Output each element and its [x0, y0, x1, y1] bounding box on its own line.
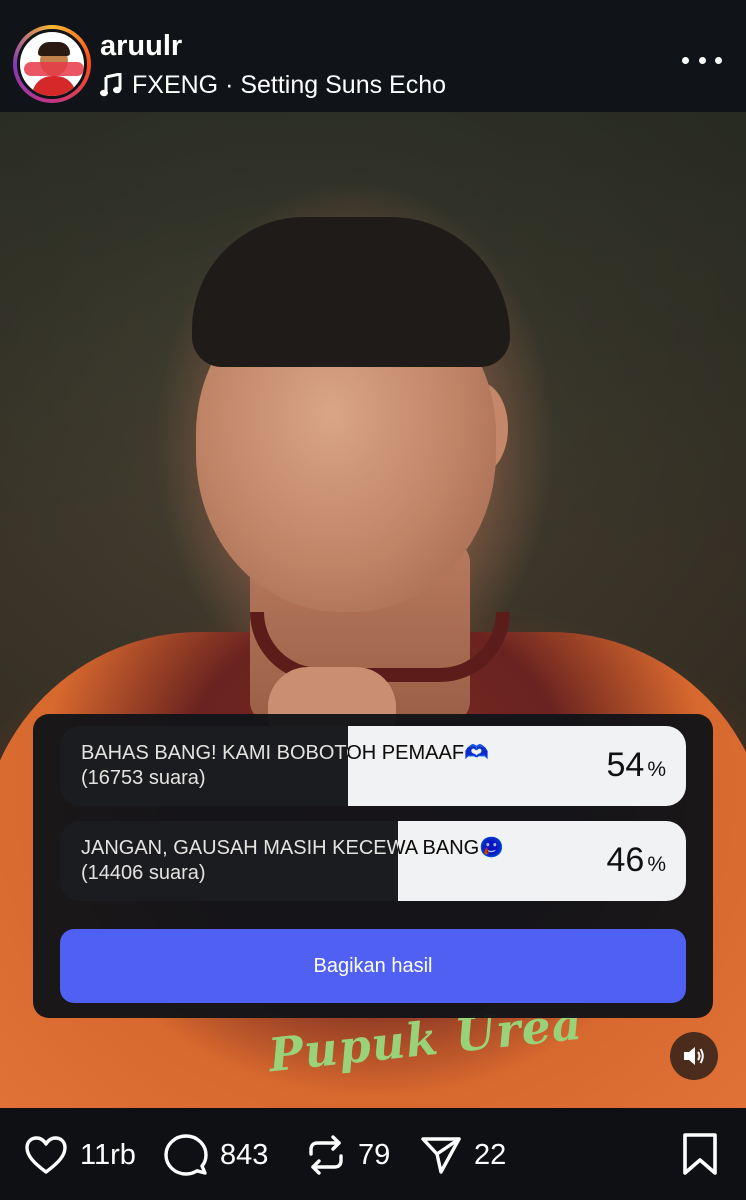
volume-icon[interactable]	[670, 1032, 718, 1080]
poll-option-1-percent-value: 54	[606, 746, 645, 784]
repost-count: 79	[358, 1138, 391, 1171]
comment-count: 843	[220, 1138, 269, 1171]
comment-action[interactable]: 843	[164, 1132, 268, 1178]
send-icon	[421, 1137, 461, 1174]
repost-icon	[309, 1135, 343, 1175]
music-info[interactable]: FXENG · Setting Suns Echo	[100, 70, 446, 100]
more-options-icon[interactable]	[682, 48, 722, 72]
poll-option-1-votes: (16753 suara)	[81, 767, 206, 789]
percent-sign: %	[647, 758, 666, 781]
more-dot	[715, 56, 722, 64]
poll-option-2-votes: (14406 suara)	[81, 862, 206, 884]
music-title: FXENG · Setting Suns Echo	[132, 70, 447, 99]
avatar-badge	[24, 62, 84, 76]
poll-option-2-label: JANGAN, GAUSAH MASIH KECEWA BANG🥲	[81, 837, 505, 859]
poll-option-2-text: JANGAN, GAUSAH MASIH KECEWA BANG🥲 (14406…	[81, 836, 581, 886]
share-results-button[interactable]: Bagikan hasil	[60, 929, 686, 1003]
poll-option-1-text: BAHAS BANG! KAMI BOBOTOH PEMAAF🫶 (16753 …	[81, 741, 581, 791]
like-action[interactable]: 11rb	[24, 1132, 136, 1178]
avatar[interactable]	[13, 25, 91, 103]
repost-action[interactable]: 79	[306, 1132, 390, 1178]
poll-option-2-percent: 46 %	[606, 841, 666, 881]
poll-option-1[interactable]: BAHAS BANG! KAMI BOBOTOH PEMAAF🫶 (16753 …	[60, 726, 686, 806]
heart-icon	[25, 1136, 67, 1174]
post-header: aruulr FXENG · Setting Suns Echo	[0, 0, 746, 112]
share-count: 22	[474, 1138, 507, 1171]
comment-icon	[164, 1134, 208, 1176]
more-dot	[698, 56, 706, 64]
bookmark-glyph	[683, 1133, 717, 1175]
poll-option-1-label: BAHAS BANG! KAMI BOBOTOH PEMAAF🫶	[81, 742, 489, 764]
percent-sign: %	[647, 853, 666, 876]
poll-card: BAHAS BANG! KAMI BOBOTOH PEMAAF🫶 (16753 …	[33, 714, 713, 1018]
post-screen: aruulr FXENG · Setting Suns Echo Pupuk U…	[0, 0, 746, 1200]
more-dot	[682, 56, 689, 64]
action-bar: 11rb 843 79 22	[0, 1108, 746, 1200]
like-count: 11rb	[80, 1138, 136, 1171]
username[interactable]: aruulr	[100, 30, 182, 63]
volume-glyph	[684, 1047, 704, 1065]
bookmark-icon[interactable]	[682, 1132, 718, 1181]
share-action[interactable]: 22	[420, 1132, 506, 1178]
avatar-image	[17, 29, 87, 99]
poll-option-1-percent: 54 %	[606, 746, 666, 786]
poll-option-2-percent-value: 46	[606, 841, 645, 879]
avatar-shirt	[32, 76, 76, 96]
avatar-hair	[38, 42, 70, 56]
poll-option-2[interactable]: JANGAN, GAUSAH MASIH KECEWA BANG🥲 (14406…	[60, 821, 686, 901]
music-note-icon	[100, 73, 122, 97]
